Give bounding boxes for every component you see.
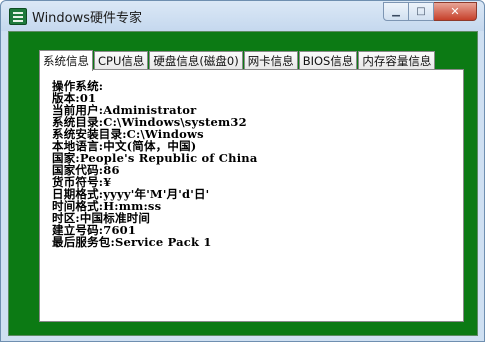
system-info-panel: 操作系统: 版本:01 当前用户:Administrator 系统目录:C:\W…	[39, 69, 464, 322]
close-button[interactable]: ✕	[434, 2, 477, 21]
window-controls: ▁ □ ✕	[383, 2, 477, 21]
app-window: Windows硬件专家 ▁ □ ✕ 系统信息 CPU信息 硬盘信息(磁盘0) 网…	[0, 0, 485, 342]
title-bar[interactable]: Windows硬件专家 ▁ □ ✕	[1, 1, 484, 31]
client-area: 系统信息 CPU信息 硬盘信息(磁盘0) 网卡信息 BIOS信息 内存容量信息 …	[8, 31, 478, 336]
tab-network-info[interactable]: 网卡信息	[243, 51, 298, 70]
tab-disk-info[interactable]: 硬盘信息(磁盘0)	[149, 51, 243, 70]
tab-bios-info[interactable]: BIOS信息	[298, 51, 358, 70]
tab-memory-info[interactable]: 内存容量信息	[358, 51, 436, 70]
tab-system-info[interactable]: 系统信息	[39, 50, 93, 71]
minimize-button[interactable]: ▁	[383, 2, 409, 21]
window-title: Windows硬件专家	[32, 11, 143, 26]
maximize-button[interactable]: □	[409, 2, 434, 21]
app-icon[interactable]	[9, 8, 27, 25]
close-icon: ✕	[450, 5, 460, 18]
tab-strip: 系统信息 CPU信息 硬盘信息(磁盘0) 网卡信息 BIOS信息 内存容量信息	[39, 49, 436, 71]
tab-cpu-info[interactable]: CPU信息	[94, 51, 149, 70]
maximize-icon: □	[416, 6, 426, 17]
info-service-pack: 最后服务包:Service Pack 1	[52, 235, 212, 249]
system-info-list: 操作系统: 版本:01 当前用户:Administrator 系统目录:C:\W…	[52, 80, 257, 248]
minimize-icon: ▁	[392, 6, 400, 17]
